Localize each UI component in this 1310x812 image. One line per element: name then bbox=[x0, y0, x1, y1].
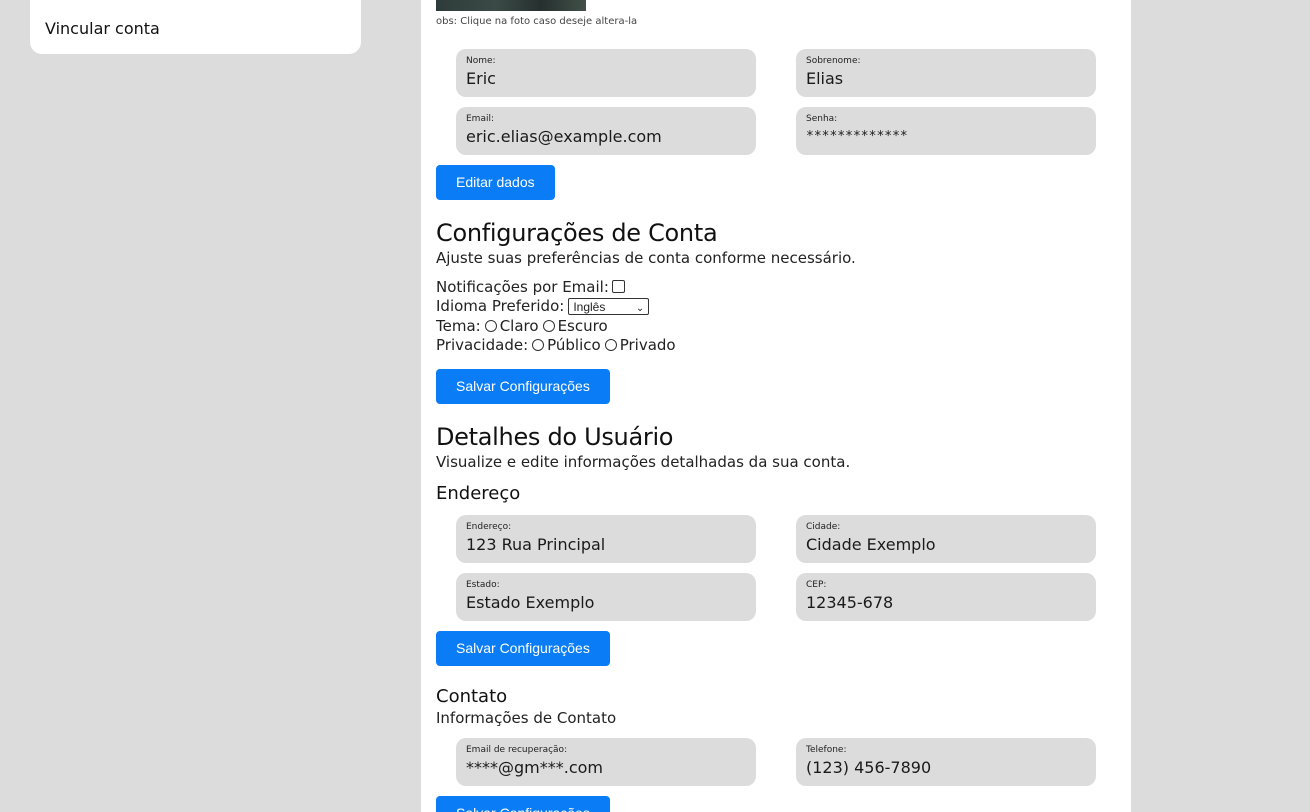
privacy-option-privado: Privado bbox=[619, 336, 676, 354]
chevron-down-icon: ⌄ bbox=[635, 303, 645, 314]
cidade-value[interactable]: Cidade Exemplo bbox=[806, 534, 1086, 556]
cidade-field[interactable]: Cidade: Cidade Exemplo bbox=[796, 515, 1096, 563]
save-address-button[interactable]: Salvar Configurações bbox=[436, 631, 610, 666]
user-details-title: Detalhes do Usuário bbox=[436, 423, 674, 451]
theme-radio-escuro[interactable] bbox=[542, 320, 555, 332]
privacy-radio-privado[interactable] bbox=[604, 339, 617, 351]
sobrenome-field[interactable]: Sobrenome: Elias bbox=[796, 49, 1096, 97]
telefone-field[interactable]: Telefone: (123) 456-7890 bbox=[796, 738, 1096, 786]
save-contact-button[interactable]: Salvar Configurações bbox=[436, 796, 610, 812]
contact-subtitle: Informações de Contato bbox=[436, 709, 617, 727]
senha-field[interactable]: Senha: ************* bbox=[796, 107, 1096, 155]
senha-label: Senha: bbox=[806, 114, 838, 124]
theme-row: Tema: Claro Escuro bbox=[436, 317, 608, 336]
address-title: Endereço bbox=[436, 483, 521, 504]
estado-value[interactable]: Estado Exemplo bbox=[466, 592, 746, 614]
sobrenome-value[interactable]: Elias bbox=[806, 68, 1086, 90]
save-settings-button[interactable]: Salvar Configurações bbox=[436, 369, 610, 404]
language-row: Idioma Preferido: Inglês ⌄ bbox=[436, 297, 650, 316]
senha-value[interactable]: ************* bbox=[806, 126, 1086, 148]
estado-label: Estado: bbox=[466, 580, 500, 590]
theme-option-escuro: Escuro bbox=[557, 317, 608, 335]
contact-title: Contato bbox=[436, 686, 508, 707]
telefone-value[interactable]: (123) 456-7890 bbox=[806, 757, 1086, 779]
sidebar-link-vincular-conta[interactable]: Vincular conta bbox=[45, 19, 160, 38]
cidade-label: Cidade: bbox=[806, 522, 841, 532]
privacy-row: Privacidade: Público Privado bbox=[436, 336, 676, 355]
language-select[interactable]: Inglês ⌄ bbox=[568, 298, 650, 315]
email-notifications-checkbox[interactable] bbox=[611, 280, 625, 293]
user-details-subtitle: Visualize e edite informações detalhadas… bbox=[436, 453, 851, 471]
telefone-label: Telefone: bbox=[806, 745, 847, 755]
profile-photo[interactable] bbox=[436, 0, 586, 11]
cep-label: CEP: bbox=[806, 580, 827, 590]
privacy-label: Privacidade: bbox=[436, 336, 529, 354]
theme-option-claro: Claro bbox=[499, 317, 539, 335]
endereco-value[interactable]: 123 Rua Principal bbox=[466, 534, 746, 556]
account-settings-subtitle: Ajuste suas preferências de conta confor… bbox=[436, 249, 856, 267]
email-notifications-label: Notificações por Email: bbox=[436, 278, 609, 296]
language-select-value: Inglês bbox=[573, 300, 606, 314]
theme-radio-claro[interactable] bbox=[484, 320, 497, 332]
email-notifications-row: Notificações por Email: bbox=[436, 278, 625, 297]
photo-note: obs: Clique na foto caso deseje altera-l… bbox=[436, 16, 638, 27]
sobrenome-label: Sobrenome: bbox=[806, 56, 861, 66]
recovery-email-value[interactable]: ****@gm***.com bbox=[466, 757, 746, 779]
main-panel: obs: Clique na foto caso deseje altera-l… bbox=[421, 0, 1131, 812]
nome-label: Nome: bbox=[466, 56, 496, 66]
endereco-label: Endereço: bbox=[466, 522, 512, 532]
email-label: Email: bbox=[466, 114, 495, 124]
edit-data-button[interactable]: Editar dados bbox=[436, 165, 555, 200]
sidebar-card: Vincular conta bbox=[30, 0, 361, 54]
nome-value[interactable]: Eric bbox=[466, 68, 746, 90]
nome-field[interactable]: Nome: Eric bbox=[456, 49, 756, 97]
privacy-radio-publico[interactable] bbox=[532, 339, 545, 351]
recovery-email-field[interactable]: Email de recuperação: ****@gm***.com bbox=[456, 738, 756, 786]
email-field[interactable]: Email: eric.elias@example.com bbox=[456, 107, 756, 155]
language-label: Idioma Preferido: bbox=[436, 297, 565, 315]
recovery-email-label: Email de recuperação: bbox=[466, 745, 568, 755]
privacy-option-publico: Público bbox=[547, 336, 601, 354]
cep-field[interactable]: CEP: 12345-678 bbox=[796, 573, 1096, 621]
cep-value[interactable]: 12345-678 bbox=[806, 592, 1086, 614]
estado-field[interactable]: Estado: Estado Exemplo bbox=[456, 573, 756, 621]
theme-label: Tema: bbox=[436, 317, 481, 335]
email-value[interactable]: eric.elias@example.com bbox=[466, 126, 746, 148]
endereco-field[interactable]: Endereço: 123 Rua Principal bbox=[456, 515, 756, 563]
account-settings-title: Configurações de Conta bbox=[436, 219, 718, 247]
